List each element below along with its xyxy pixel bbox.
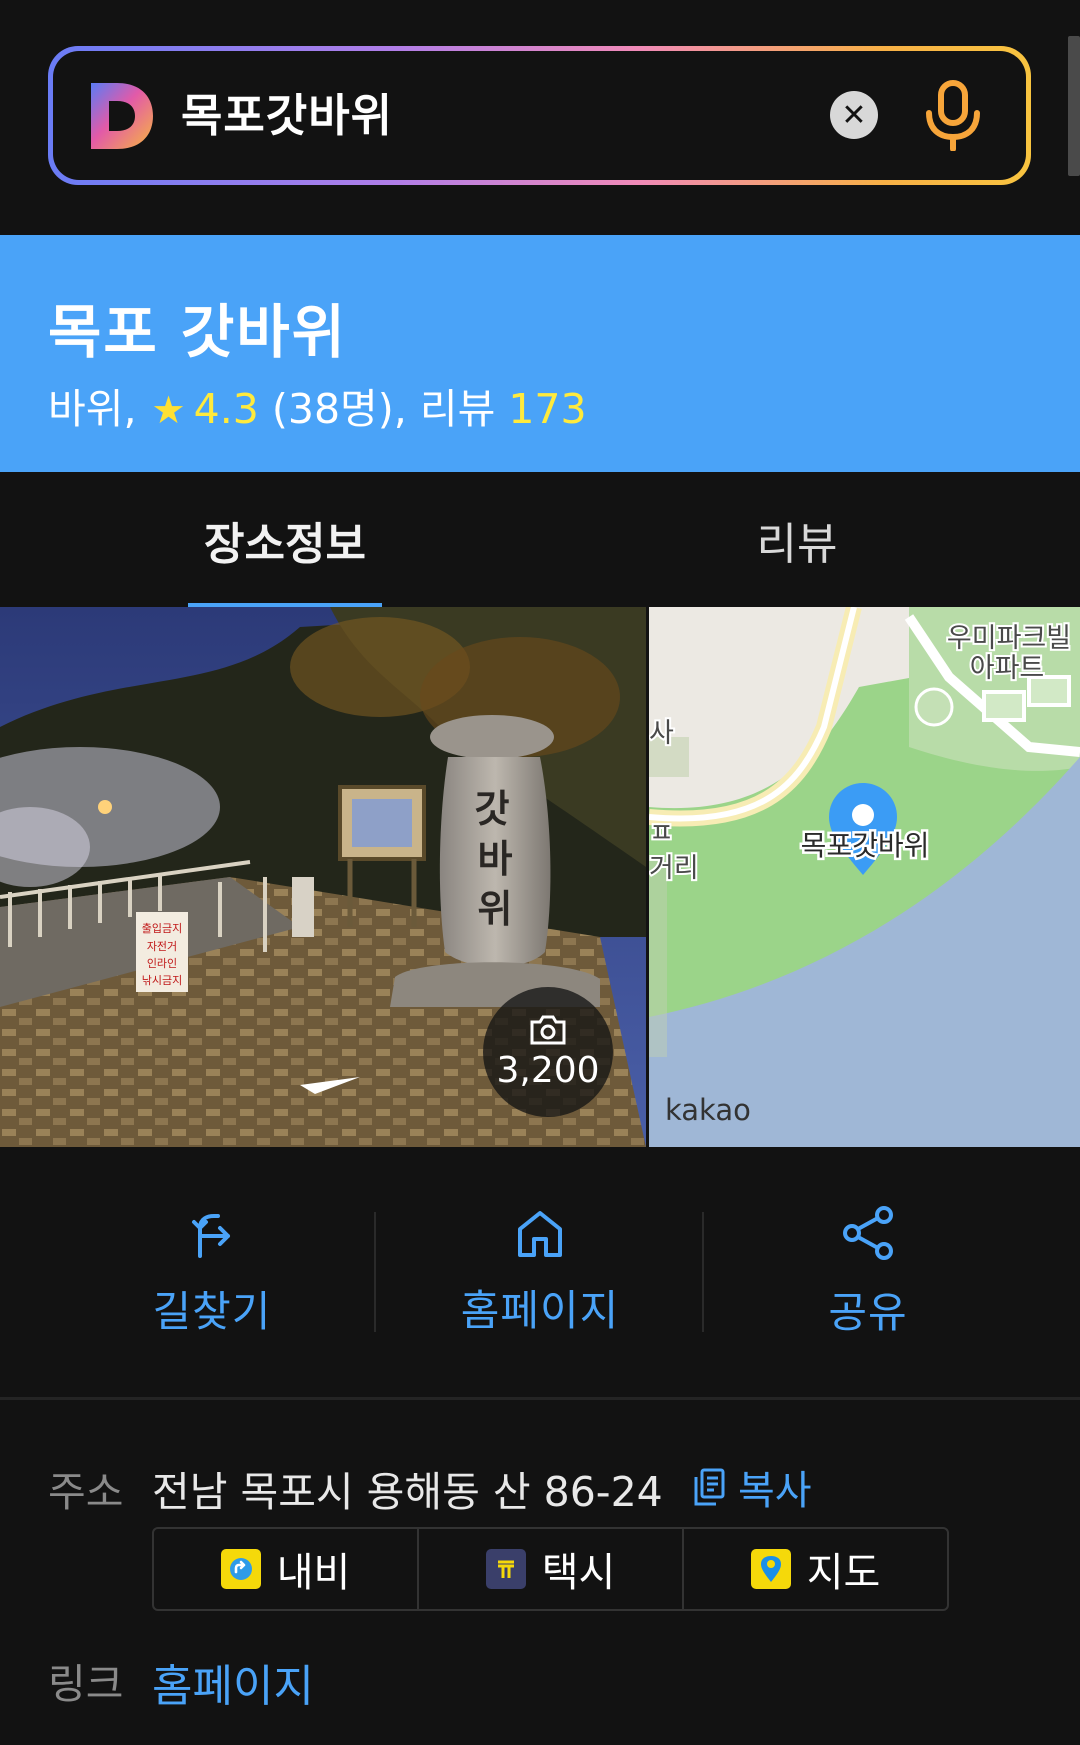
warning-sign-line-1: 출입금지	[142, 922, 182, 935]
review-count[interactable]: 173	[508, 385, 586, 433]
navi-label: 내비	[276, 1550, 351, 1596]
address-text: 전남 목포시 용해동 산 86-24	[152, 1468, 663, 1516]
address-label: 주소	[48, 1468, 124, 1516]
taxi-icon	[485, 1549, 526, 1589]
camera-icon	[530, 1015, 566, 1044]
search-box[interactable]: 목포갓바위 ✕	[48, 46, 1031, 185]
copy-address-button[interactable]: 복사	[692, 1458, 812, 1516]
directions-button[interactable]: 길찾기	[48, 1147, 376, 1397]
map-label-apartment: 우미파크빌	[947, 623, 1071, 654]
directions-icon	[192, 1213, 230, 1258]
place-photo[interactable]: 출입금지 자전거 인라인 낚시금지 갓 바 위 3,200	[0, 607, 646, 1147]
directions-label: 길찾기	[152, 1286, 272, 1336]
warning-sign-line-4: 낚시금지	[142, 974, 182, 987]
navi-icon	[220, 1549, 261, 1589]
homepage-button[interactable]: 홈페이지	[376, 1147, 704, 1397]
map-button[interactable]: 지도	[684, 1529, 947, 1609]
tab-reviews[interactable]: 리뷰	[700, 472, 894, 607]
photo-count: 3,200	[496, 1049, 600, 1091]
warning-sign-line-3: 인라인	[147, 957, 177, 970]
map-label-apartment-2: 아파트	[970, 653, 1045, 684]
taxi-button[interactable]: 택시	[419, 1529, 684, 1609]
place-header: 목포 갓바위 바위, ★ 4.3 (38명), 리뷰 173	[0, 235, 1080, 472]
map-illustration: 우미파크빌 아파트 사 ㅍ 거리 목포갓바위 kakao	[649, 607, 1080, 1147]
map-preview[interactable]: 우미파크빌 아파트 사 ㅍ 거리 목포갓바위 kakao	[649, 607, 1080, 1147]
taxi-label: 택시	[541, 1550, 616, 1596]
map-pin-label: 목포갓바위	[801, 829, 930, 862]
route-options: 내비 택시 지도	[152, 1527, 949, 1611]
search-header: 목포갓바위 ✕	[0, 0, 1080, 233]
photo-count-button[interactable]: 3,200	[483, 987, 613, 1117]
review-label: 리뷰	[419, 385, 496, 433]
photo-sign-char-3: 위	[478, 887, 513, 931]
microphone-icon[interactable]	[923, 79, 983, 151]
tab-bar: 장소정보 리뷰	[0, 472, 1080, 607]
home-icon	[518, 1210, 562, 1257]
photo-sign-char-1: 갓	[475, 787, 510, 831]
map-label-left-3: 거리	[649, 853, 699, 884]
link-label: 링크	[48, 1660, 124, 1708]
close-icon: ✕	[841, 97, 867, 133]
homepage-label: 홈페이지	[460, 1285, 620, 1335]
photo-sign-char-2: 바	[478, 837, 513, 881]
search-input[interactable]: 목포갓바위	[181, 81, 393, 151]
media-section: 출입금지 자전거 인라인 낚시금지 갓 바 위 3,200 우미파크빌 아파트 …	[0, 607, 1080, 1147]
map-label: 지도	[806, 1550, 881, 1596]
navi-button[interactable]: 내비	[154, 1529, 419, 1609]
map-brand-label: kakao	[665, 1093, 751, 1127]
rating-value: 4.3	[193, 385, 259, 433]
place-meta: 바위, ★ 4.3 (38명), 리뷰 173	[48, 375, 587, 435]
share-button[interactable]: 공유	[704, 1147, 1032, 1397]
share-label: 공유	[828, 1287, 908, 1337]
copy-label: 복사	[738, 1468, 812, 1514]
action-bar: 길찾기 홈페이지 공유	[0, 1147, 1080, 1397]
copy-icon	[694, 1468, 725, 1506]
tab-place-info[interactable]: 장소정보	[188, 472, 382, 607]
place-category: 바위,	[48, 385, 137, 433]
map-label-left-1: 사	[649, 718, 674, 749]
warning-sign-line-2: 자전거	[147, 940, 177, 953]
homepage-link[interactable]: 홈페이지	[152, 1650, 314, 1714]
place-details: 주소 전남 목포시 용해동 산 86-24 복사 내비 택시 지도 링크 홈페이…	[0, 1400, 1080, 1745]
map-label-left-2: ㅍ	[649, 818, 674, 849]
place-title: 목포 갓바위	[48, 298, 347, 366]
map-pin-icon	[750, 1549, 791, 1589]
daum-logo-icon	[91, 83, 153, 149]
clear-search-button[interactable]: ✕	[830, 91, 878, 139]
scrollbar[interactable]	[1068, 36, 1080, 176]
rating-count: (38명),	[271, 385, 407, 433]
share-icon	[843, 1205, 893, 1260]
star-icon: ★	[151, 388, 186, 432]
